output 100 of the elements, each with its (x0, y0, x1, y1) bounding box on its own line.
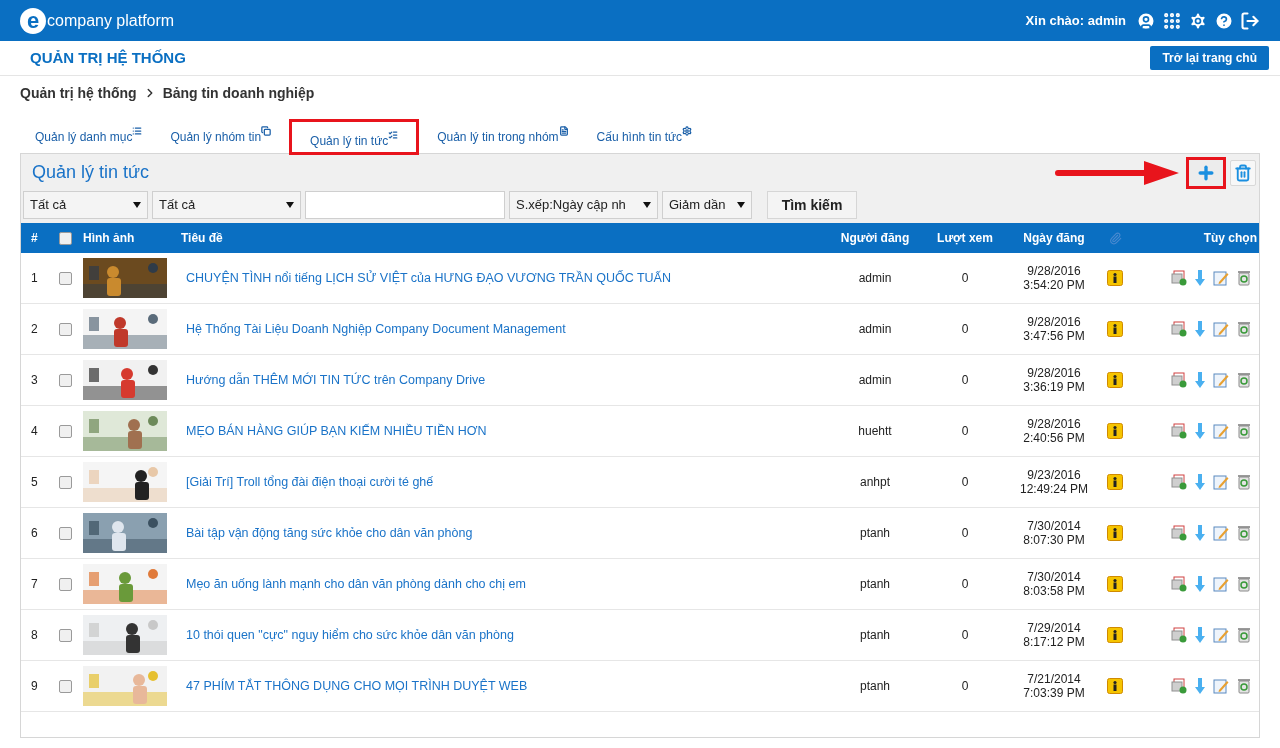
tab[interactable]: Quản lý tin trong nhóm (427, 118, 579, 154)
panel-title: Quản lý tin tức (32, 161, 150, 184)
author-cell-text: ptanh (859, 627, 891, 644)
checkbox[interactable] (58, 526, 72, 540)
checkbox[interactable] (58, 271, 72, 285)
time-text: 3:47:56 PM (1023, 329, 1085, 343)
article-title-link[interactable]: Hệ Thống Tài Liệu Doanh Nghiệp Company Document Management (186, 321, 566, 336)
row-number: 7 (30, 576, 39, 593)
recycle-bin-icon[interactable] (1237, 474, 1251, 490)
recycle-bin-icon[interactable] (1237, 270, 1251, 286)
article-title-link[interactable]: [Giải Trí] Troll tổng đài điện thoại cười té ghế (186, 474, 434, 489)
copy-add-icon[interactable] (1171, 474, 1187, 490)
row-number: 4 (30, 423, 39, 440)
recycle-bin-icon[interactable] (1237, 372, 1251, 388)
breadcrumb-item: Bảng tin doanh nghiệp (162, 83, 315, 103)
tab-icon (682, 126, 692, 136)
dropdown[interactable]: Giảm dần (662, 191, 752, 219)
settings-icon[interactable] (1188, 10, 1208, 31)
checkbox[interactable] (58, 475, 72, 489)
checkbox[interactable] (58, 424, 72, 438)
column-header: Lượt xem (936, 230, 994, 247)
user-icon[interactable] (1136, 10, 1156, 31)
logo-mark: e (20, 7, 46, 34)
article-title-link[interactable]: MẸO BÁN HÀNG GIÚP BẠN KIẾM NHIỀU TIỀN HƠN (186, 423, 487, 438)
apps-icon[interactable] (1162, 10, 1182, 31)
copy-add-icon[interactable] (1171, 576, 1187, 592)
copy-add-icon[interactable] (1171, 270, 1187, 286)
time-text: 3:54:20 PM (1023, 278, 1085, 292)
recycle-bin-icon[interactable] (1237, 576, 1251, 592)
dropdown[interactable]: Tất cả (152, 191, 301, 219)
author-cell-text: anhpt (859, 474, 891, 491)
copy-add-icon[interactable] (1171, 525, 1187, 541)
checkbox[interactable] (58, 679, 72, 693)
copy-add-icon[interactable] (1171, 678, 1187, 694)
dropdown[interactable]: Tất cả (23, 191, 148, 219)
arrow-down-icon[interactable] (1195, 474, 1205, 490)
copy-add-icon[interactable] (1171, 423, 1187, 439)
edit-icon[interactable] (1213, 321, 1229, 337)
column-header: Ngày đăng (1022, 230, 1086, 247)
logout-icon[interactable] (1240, 10, 1260, 31)
copy-add-icon[interactable] (1171, 627, 1187, 643)
time-text: 8:03:58 PM (1023, 584, 1085, 598)
checkbox[interactable] (58, 628, 72, 642)
arrow-down-icon[interactable] (1195, 678, 1205, 694)
views-cell-text: 0 (960, 423, 970, 440)
column-header: # (30, 230, 39, 247)
edit-icon[interactable] (1213, 627, 1229, 643)
keyword-field[interactable] (305, 191, 505, 219)
search-button[interactable]: Tìm kiếm (767, 191, 857, 219)
date-text: 7/29/2014 (1027, 621, 1081, 635)
tab[interactable]: Quản lý danh mục (25, 118, 153, 154)
arrow-down-icon[interactable] (1195, 321, 1205, 337)
row-number: 9 (30, 678, 39, 695)
copy-add-icon[interactable] (1171, 372, 1187, 388)
arrow-down-icon[interactable] (1195, 627, 1205, 643)
edit-icon[interactable] (1213, 270, 1229, 286)
back-home-button[interactable]: Trở lại trang chủ (1150, 46, 1269, 70)
date-text: 9/28/2016 (1027, 417, 1081, 431)
breadcrumb-item[interactable]: Quản trị hệ thống (20, 82, 137, 104)
article-title-link[interactable]: 47 PHÍM TẮT THÔNG DỤNG CHO MỌI TRÌNH DUYỆT WEB (186, 678, 528, 693)
arrow-down-icon[interactable] (1195, 576, 1205, 592)
tab[interactable]: Cấu hình tin tức (586, 118, 702, 154)
checkbox[interactable] (58, 577, 72, 591)
tab[interactable]: Quản lý tin tức (289, 119, 420, 155)
arrow-down-icon[interactable] (1195, 525, 1205, 541)
row-number: 3 (30, 372, 39, 389)
arrow-down-icon[interactable] (1195, 372, 1205, 388)
recycle-bin-icon[interactable] (1237, 321, 1251, 337)
checkbox[interactable] (58, 322, 72, 336)
checkbox[interactable] (58, 373, 72, 387)
column-header: Tùy chọn (1202, 230, 1258, 247)
time-text: 7:03:39 PM (1023, 686, 1085, 700)
edit-icon[interactable] (1213, 525, 1229, 541)
tab-icon (261, 126, 272, 136)
arrow-down-icon[interactable] (1195, 423, 1205, 439)
article-title-link[interactable]: Hướng dẫn THÊM MỚI TIN TỨC trên Company Drive (186, 372, 486, 387)
dropdown[interactable]: S.xếp:Ngày cập nh (509, 191, 658, 219)
checkbox[interactable] (58, 231, 72, 245)
article-title-link[interactable]: CHUYỆN TÌNH nổi tiếng LỊCH SỬ VIỆT của HƯNG ĐẠO VƯƠNG TRẦN QUỐC TUẤN (186, 270, 671, 285)
recycle-bin-icon[interactable] (1237, 678, 1251, 694)
time-text: 2:40:56 PM (1023, 431, 1085, 445)
time-text: 3:36:19 PM (1023, 380, 1085, 394)
arrow-down-icon[interactable] (1195, 270, 1205, 286)
tab[interactable]: Quản lý nhóm tin (160, 118, 282, 154)
author-cell-text: admin (857, 372, 893, 389)
article-title-link[interactable]: Bài tập vận động tăng sức khỏe cho dân văn phòng (186, 525, 473, 540)
copy-add-icon[interactable] (1171, 321, 1187, 337)
edit-icon[interactable] (1213, 474, 1229, 490)
edit-icon[interactable] (1213, 423, 1229, 439)
delete-button[interactable] (1230, 159, 1256, 186)
recycle-bin-icon[interactable] (1237, 525, 1251, 541)
recycle-bin-icon[interactable] (1237, 423, 1251, 439)
article-title-link[interactable]: Mẹo ăn uống lành mạnh cho dân văn phòng dành cho chị em (186, 576, 526, 591)
edit-icon[interactable] (1213, 576, 1229, 592)
add-button[interactable] (1186, 156, 1226, 189)
edit-icon[interactable] (1213, 678, 1229, 694)
edit-icon[interactable] (1213, 372, 1229, 388)
recycle-bin-icon[interactable] (1237, 627, 1251, 643)
help-icon[interactable] (1214, 10, 1234, 31)
article-title-link[interactable]: 10 thói quen "cực" nguy hiểm cho sức khỏe dân văn phòng (186, 627, 514, 642)
